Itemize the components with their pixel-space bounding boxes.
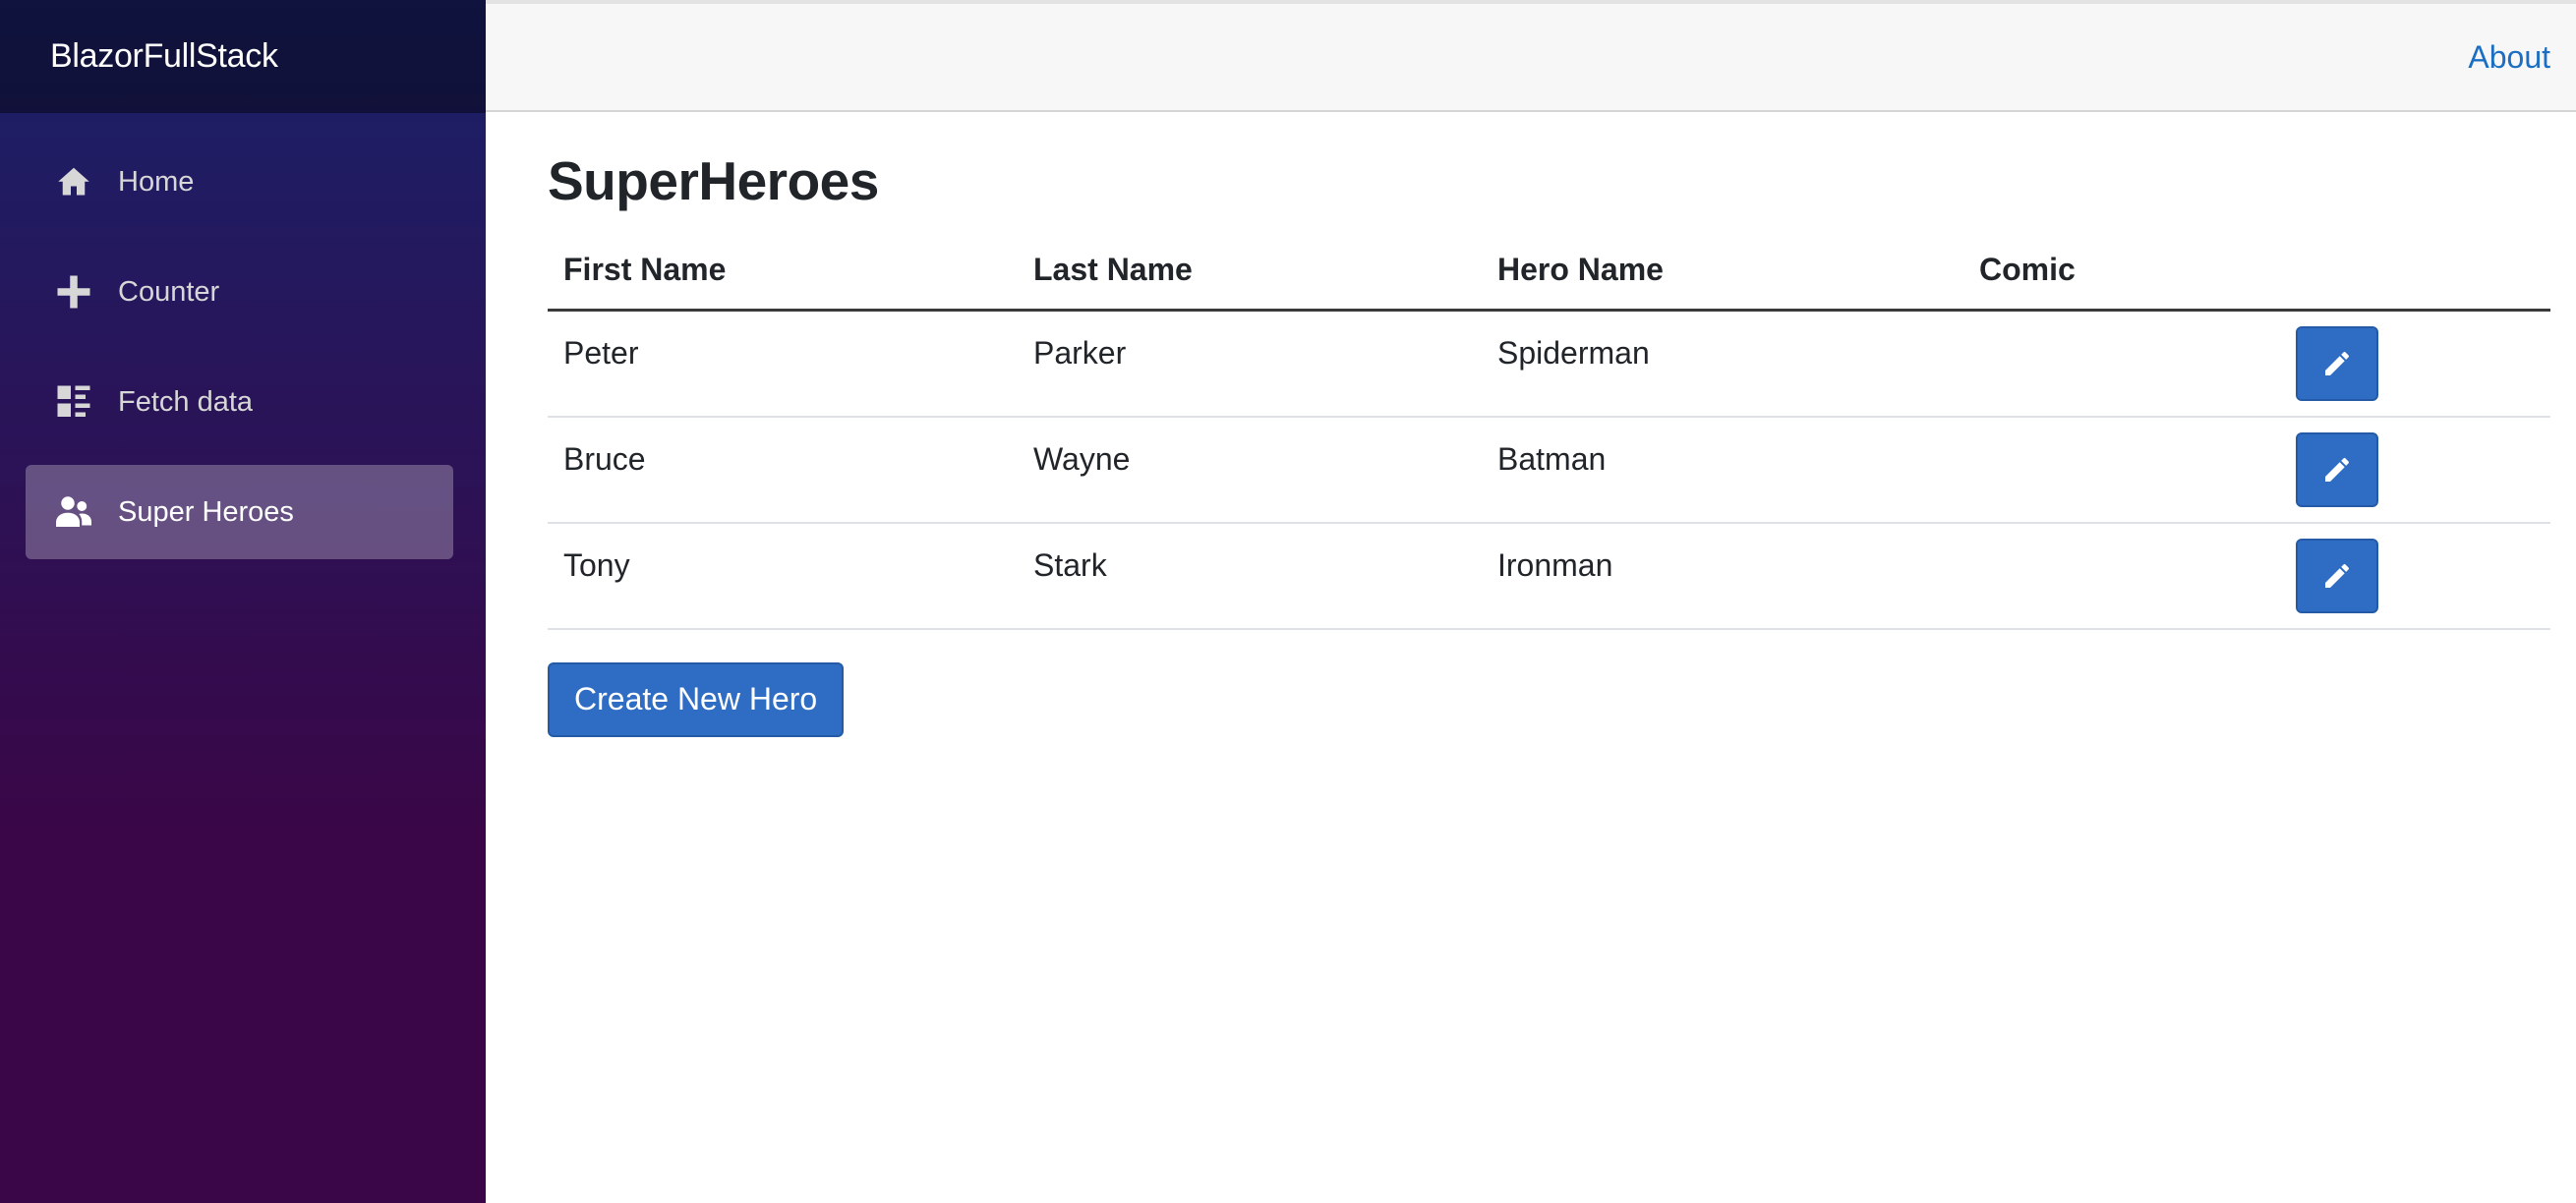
- sidebar-item-label: Home: [118, 165, 195, 198]
- cell-last-name: Parker: [1018, 310, 1482, 418]
- cell-hero-name: Batman: [1482, 416, 1963, 524]
- edit-button[interactable]: [2296, 326, 2378, 401]
- cell-last-name: Stark: [1018, 522, 1482, 630]
- create-new-hero-button[interactable]: Create New Hero: [548, 661, 845, 737]
- edit-button[interactable]: [2296, 538, 2378, 613]
- cell-hero-name: Ironman: [1482, 522, 1963, 630]
- pencil-icon: [2325, 563, 2349, 588]
- sidebar-item-label: Super Heroes: [118, 495, 294, 528]
- plus-icon: [55, 273, 92, 311]
- cell-comic: [1963, 522, 2280, 630]
- table-header: First Name Last Name Hero Name Comic: [548, 230, 2550, 312]
- column-header-last-name: Last Name: [1018, 230, 1482, 312]
- table-row: Tony Stark Ironman: [548, 522, 2550, 630]
- sidebar: BlazorFullStack Home Counter Fetch data …: [0, 0, 486, 1203]
- cell-actions: [2280, 522, 2550, 630]
- cell-last-name: Wayne: [1018, 416, 1482, 524]
- edit-button[interactable]: [2296, 431, 2378, 507]
- top-row: About: [486, 4, 2576, 112]
- column-header-comic: Comic: [1963, 230, 2280, 312]
- column-header-actions: [2280, 230, 2550, 312]
- cell-first-name: Peter: [548, 310, 1018, 418]
- content: SuperHeroes First Name Last Name Hero Na…: [486, 149, 2576, 737]
- table-body: Peter Parker Spiderman Bruce Wayne Batma…: [548, 310, 2550, 630]
- cell-comic: [1963, 310, 2280, 418]
- main-area: About SuperHeroes First Name Last Name H…: [486, 0, 2576, 1203]
- column-header-hero-name: Hero Name: [1482, 230, 1963, 312]
- table-row: Bruce Wayne Batman: [548, 416, 2550, 524]
- sidebar-item-counter[interactable]: Counter: [26, 245, 453, 339]
- sidebar-item-fetch-data[interactable]: Fetch data: [26, 355, 453, 449]
- cell-actions: [2280, 416, 2550, 524]
- heroes-table: First Name Last Name Hero Name Comic Pet…: [548, 230, 2550, 630]
- cell-comic: [1963, 416, 2280, 524]
- about-link[interactable]: About: [2468, 39, 2550, 76]
- table-row: Peter Parker Spiderman: [548, 310, 2550, 418]
- cell-actions: [2280, 310, 2550, 418]
- sidebar-item-super-heroes[interactable]: Super Heroes: [26, 465, 453, 559]
- people-icon: [55, 493, 92, 531]
- app-root: BlazorFullStack Home Counter Fetch data …: [0, 0, 2576, 1203]
- column-header-first-name: First Name: [548, 230, 1018, 312]
- brand-bar: BlazorFullStack: [0, 0, 486, 113]
- table-header-row: First Name Last Name Hero Name Comic: [548, 230, 2550, 312]
- pencil-icon: [2325, 351, 2349, 375]
- cell-first-name: Bruce: [548, 416, 1018, 524]
- sidebar-item-home[interactable]: Home: [26, 135, 453, 229]
- home-icon: [55, 163, 92, 200]
- list-icon: [55, 383, 92, 421]
- pencil-icon: [2325, 457, 2349, 482]
- sidebar-item-label: Counter: [118, 275, 220, 308]
- page-title: SuperHeroes: [548, 150, 879, 211]
- cell-hero-name: Spiderman: [1482, 310, 1963, 418]
- cell-first-name: Tony: [548, 522, 1018, 630]
- brand-title[interactable]: BlazorFullStack: [50, 37, 278, 76]
- sidebar-nav: Home Counter Fetch data Super Heroes: [0, 113, 486, 559]
- sidebar-item-label: Fetch data: [118, 385, 254, 418]
